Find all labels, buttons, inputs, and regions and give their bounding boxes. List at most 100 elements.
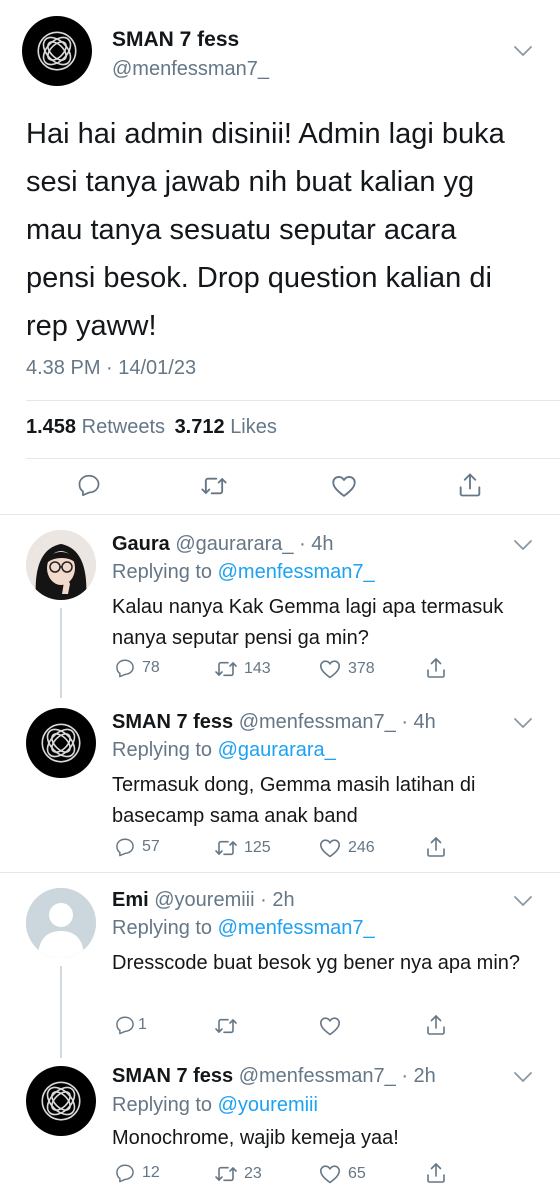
- replying-to-link[interactable]: @menfessman7_: [218, 917, 375, 939]
- comment-icon: [114, 836, 136, 858]
- reply-text: Monochrome, wajib kemeja yaa!: [112, 1127, 399, 1149]
- replying-to-label: Replying to: [112, 1094, 213, 1116]
- retweets-count[interactable]: 1.458: [26, 416, 76, 438]
- display-name[interactable]: Gaura: [112, 533, 170, 555]
- reply-count: 57: [142, 838, 160, 855]
- reply-text: Dresscode buat besok yg bener nya apa mi…: [112, 952, 521, 974]
- replying-to-link[interactable]: @menfessman7_: [218, 561, 375, 583]
- avatar[interactable]: [26, 1066, 96, 1136]
- chevron-down-icon[interactable]: [512, 538, 534, 552]
- school-logo-icon: [32, 26, 82, 76]
- display-name[interactable]: SMAN 7 fess: [112, 1065, 233, 1087]
- display-name[interactable]: SMAN 7 fess: [112, 28, 239, 52]
- reply-count: 1: [138, 1016, 147, 1033]
- divider: [26, 458, 560, 459]
- retweet-icon: [200, 472, 228, 500]
- tweet-timestamp: 4.38 PM · 14/01/23: [26, 357, 197, 379]
- heart-icon: [330, 472, 358, 500]
- like-button[interactable]: [330, 472, 358, 500]
- likes-label[interactable]: Likes: [230, 416, 277, 438]
- school-logo-icon: [36, 718, 86, 768]
- likes-count[interactable]: 3.712: [175, 416, 225, 438]
- replying-to-label: Replying to: [112, 561, 213, 583]
- avatar[interactable]: [26, 708, 96, 778]
- avatar[interactable]: [22, 16, 92, 86]
- share-button[interactable]: [424, 1161, 448, 1185]
- avatar[interactable]: [26, 530, 96, 600]
- heart-icon: [318, 836, 342, 860]
- reply-count: 12: [142, 1164, 160, 1181]
- heart-icon: [318, 1162, 342, 1186]
- share-icon: [424, 1161, 448, 1185]
- replying-to-link[interactable]: @youremiii: [218, 1094, 318, 1116]
- chevron-down-icon[interactable]: [512, 44, 534, 58]
- retweet-button[interactable]: 125: [214, 836, 271, 860]
- comment-icon: [76, 472, 102, 498]
- replying-to-label: Replying to: [112, 917, 213, 939]
- retweet-icon: [214, 1162, 238, 1186]
- chevron-down-icon[interactable]: [512, 894, 534, 908]
- display-name[interactable]: Emi: [112, 889, 149, 911]
- reply-button[interactable]: 1: [114, 1014, 147, 1036]
- share-icon: [456, 471, 484, 499]
- handle-time[interactable]: @gaurarara_ · 4h: [175, 533, 333, 555]
- share-button[interactable]: [424, 835, 448, 859]
- handle[interactable]: @menfessman7_: [112, 58, 269, 81]
- replying-to-link[interactable]: @gaurarara_: [218, 739, 336, 761]
- reply-button[interactable]: 12: [114, 1162, 160, 1184]
- reply-count: 78: [142, 659, 160, 676]
- like-count: 378: [348, 660, 375, 677]
- like-count: 246: [348, 839, 375, 856]
- reply-button[interactable]: 78: [114, 657, 160, 679]
- like-button[interactable]: 246: [318, 836, 375, 860]
- retweet-count: 23: [244, 1165, 262, 1182]
- like-count: 65: [348, 1165, 366, 1182]
- retweet-button[interactable]: 23: [214, 1162, 262, 1186]
- chevron-down-icon[interactable]: [512, 716, 534, 730]
- share-button[interactable]: [424, 1013, 448, 1037]
- like-button[interactable]: 378: [318, 657, 375, 681]
- chevron-down-icon[interactable]: [512, 1070, 534, 1084]
- thread-line: [60, 966, 62, 1058]
- comment-icon: [114, 657, 136, 679]
- share-icon: [424, 1013, 448, 1037]
- retweet-button[interactable]: [214, 1014, 238, 1038]
- handle-time[interactable]: @menfessman7_ · 2h: [239, 1065, 436, 1087]
- comment-icon: [114, 1014, 136, 1036]
- share-icon: [424, 656, 448, 680]
- share-icon: [424, 835, 448, 859]
- divider: [0, 514, 560, 515]
- profile-photo: [26, 530, 96, 600]
- retweets-label[interactable]: Retweets: [82, 416, 165, 438]
- share-button[interactable]: [424, 656, 448, 680]
- replying-to-label: Replying to: [112, 739, 213, 761]
- divider: [26, 400, 560, 401]
- reply-text: Kalau nanya Kak Gemma lagi apa termasuk …: [112, 596, 504, 649]
- default-avatar-icon: [26, 888, 96, 958]
- handle-time[interactable]: @menfessman7_ · 4h: [239, 711, 436, 733]
- heart-icon: [318, 1014, 342, 1038]
- like-button[interactable]: [318, 1014, 342, 1038]
- reply-text: Termasuk dong, Gemma masih latihan di ba…: [112, 774, 476, 827]
- like-button[interactable]: 65: [318, 1162, 366, 1186]
- retweet-icon: [214, 657, 238, 681]
- reply-button[interactable]: 57: [114, 836, 160, 858]
- display-name[interactable]: SMAN 7 fess: [112, 711, 233, 733]
- retweet-count: 125: [244, 839, 271, 856]
- reply-button[interactable]: [76, 472, 102, 498]
- engagement-stats: 1.458 Retweets 3.712 Likes: [26, 416, 277, 439]
- handle-time[interactable]: @youremiii · 2h: [154, 889, 294, 911]
- divider: [0, 872, 560, 873]
- heart-icon: [318, 657, 342, 681]
- retweet-icon: [214, 836, 238, 860]
- retweet-count: 143: [244, 660, 271, 677]
- retweet-button[interactable]: 143: [214, 657, 271, 681]
- school-logo-icon: [36, 1076, 86, 1126]
- thread-line: [60, 608, 62, 698]
- tweet-text: Hai hai admin disinii! Admin lagi buka s…: [26, 118, 505, 342]
- retweet-button[interactable]: [200, 472, 228, 500]
- comment-icon: [114, 1162, 136, 1184]
- share-button[interactable]: [456, 471, 484, 499]
- avatar[interactable]: [26, 888, 96, 958]
- retweet-icon: [214, 1014, 238, 1038]
